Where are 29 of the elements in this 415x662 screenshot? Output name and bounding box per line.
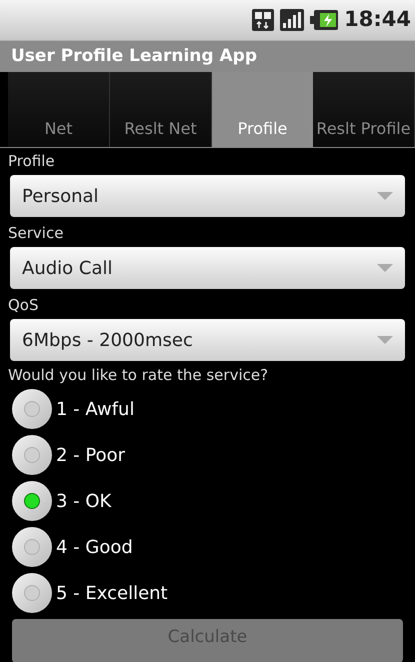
- tab[interactable]: Reslt Profile: [313, 72, 415, 147]
- clock: 18:44: [344, 6, 411, 34]
- tab[interactable]: Net: [8, 72, 110, 147]
- field-label: Profile: [7, 151, 56, 172]
- radio-button[interactable]: [12, 389, 52, 429]
- radio-button[interactable]: [12, 527, 52, 567]
- radio-button[interactable]: [12, 435, 52, 475]
- battery-charging-icon: [310, 10, 338, 30]
- dropdown-arrow-icon: [377, 336, 393, 344]
- radio-label: 1 - Awful: [56, 398, 134, 422]
- tab[interactable]: Profile: [212, 72, 313, 147]
- radio-label: 3 - OK: [56, 490, 112, 514]
- radio-button[interactable]: [12, 481, 52, 521]
- dropdown[interactable]: 6Mbps - 2000msec: [10, 319, 405, 361]
- radio-button[interactable]: [12, 573, 52, 613]
- radio-label: 4 - Good: [56, 536, 133, 560]
- dropdown-arrow-icon: [377, 192, 393, 200]
- field-label: Service: [7, 223, 64, 244]
- field-label: QoS: [7, 295, 40, 316]
- radio-label: 5 - Excellent: [56, 582, 168, 606]
- rating-question: Would you like to rate the service?: [7, 365, 270, 386]
- signal-icon: [280, 9, 304, 31]
- radio-label: 2 - Poor: [56, 444, 126, 468]
- tab[interactable]: Reslt Net: [110, 72, 212, 147]
- dropdown[interactable]: Audio Call: [10, 247, 405, 289]
- dropdown-arrow-icon: [377, 264, 393, 272]
- network-type-icon: [252, 9, 274, 31]
- window-title: User Profile Learning App: [11, 44, 257, 68]
- dropdown[interactable]: Personal: [10, 175, 405, 217]
